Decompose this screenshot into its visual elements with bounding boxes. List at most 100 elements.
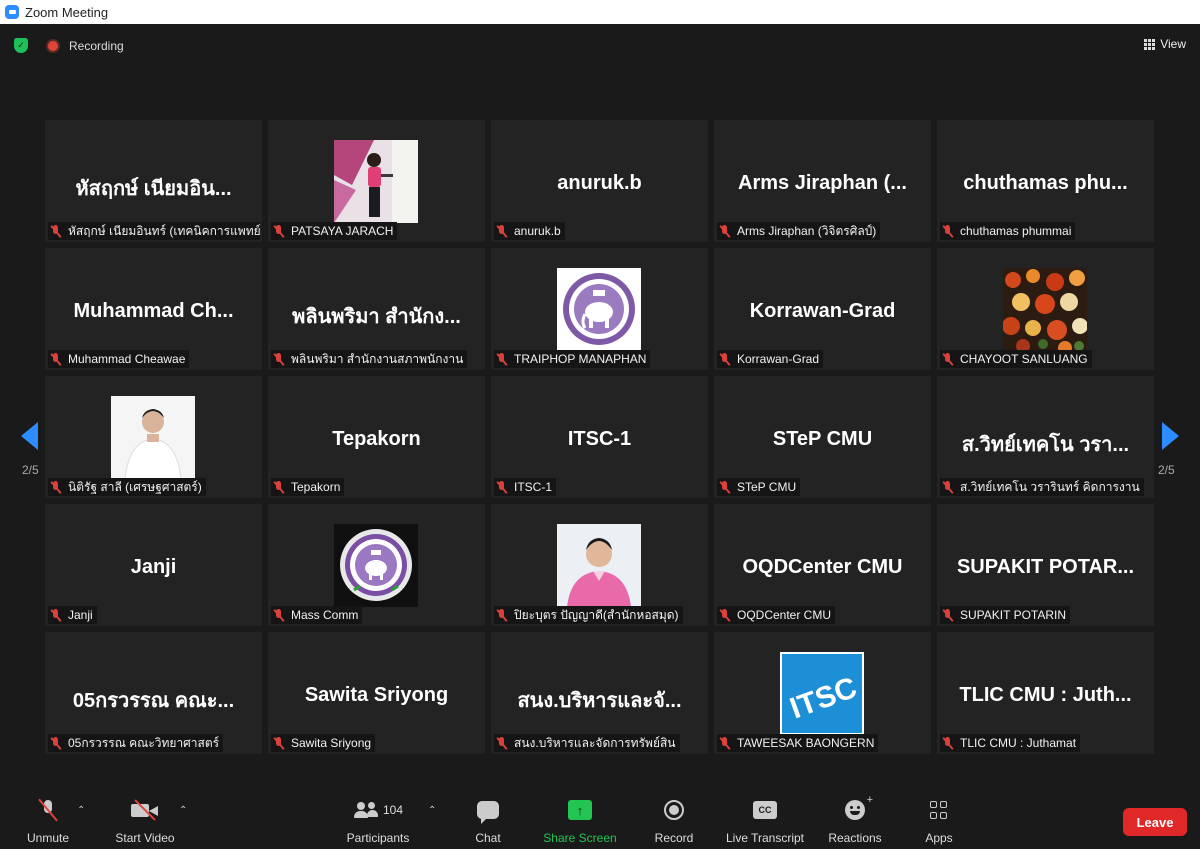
participant-tile[interactable]: หัสฤกษ์ เนียมอิน... หัสฤกษ์ เนียมอินทร์ (… [45, 120, 262, 242]
participant-label-text: Korrawan-Grad [737, 352, 820, 366]
participant-tile[interactable]: พลินพริมา สำนักง... พลินพริมา สำนักงานสภา… [268, 248, 485, 370]
recording-indicator[interactable]: Recording [48, 38, 124, 54]
chat-bubble-icon [477, 801, 499, 824]
participant-tile[interactable]: Mass Comm [268, 504, 485, 626]
reactions-button[interactable]: + Reactions [826, 794, 884, 847]
participant-name-label: Korrawan-Grad [717, 350, 824, 368]
page-indicator-right: 2/5 [1158, 463, 1175, 477]
participant-label-text: Sawita Sriyong [291, 736, 372, 750]
participant-label-text: ส.วิทย์เทคโน วรารินทร์ คิดการงาน [960, 479, 1140, 494]
mic-muted-icon [942, 608, 954, 622]
participant-tile[interactable]: anuruk.b anuruk.b [491, 120, 708, 242]
start-video-label: Start Video [115, 831, 175, 845]
participant-tile[interactable]: Muhammad Ch... Muhammad Cheawae [45, 248, 262, 370]
participant-tile[interactable]: ส.วิทย์เทคโน วรา... ส.วิทย์เทคโน วรารินทร… [937, 376, 1154, 498]
participant-label-text: สนง.บริหารและจัดการทรัพย์สิน [514, 735, 676, 750]
participant-label-text: หัสฤกษ์ เนียมอินทร์ (เทคนิคการแพทย์) [68, 223, 260, 238]
audio-options-caret-icon[interactable]: ⌃ [77, 805, 85, 816]
unmute-label: Unmute [26, 831, 70, 845]
participant-label-text: พลินพริมา สำนักงานสภาพนักงาน [291, 351, 464, 366]
participant-name-label: Arms Jiraphan (วิจิตรศิลป์) [717, 222, 881, 240]
participant-label-text: 05กรวรรณ คณะวิทยาศาสตร์ [68, 735, 220, 750]
apps-button[interactable]: Apps [920, 797, 958, 847]
participant-tile[interactable]: ITSC-1 ITSC-1 [491, 376, 708, 498]
participant-tile[interactable]: ITSC TAWEESAK BAONGERN [714, 632, 931, 754]
share-screen-button[interactable]: ↑ Share Screen [540, 797, 620, 847]
mic-muted-icon [719, 352, 731, 366]
participant-display-name: chuthamas phu... [963, 172, 1128, 194]
chat-button[interactable]: Chat [466, 797, 510, 847]
mic-muted-icon [496, 224, 508, 238]
participant-label-text: Arms Jiraphan (วิจิตรศิลป์) [737, 223, 877, 238]
mic-muted-icon [719, 480, 731, 494]
participant-label-text: Janji [68, 608, 93, 622]
participant-display-name: 05กรวรรณ คณะ... [72, 690, 235, 712]
participant-display-name: SUPAKIT POTAR... [956, 556, 1135, 578]
participant-label-text: ปิยะบุตร ปัญญาดี(สำนักหอสมุด) [514, 607, 679, 622]
participant-label-text: OQDCenter CMU [737, 608, 832, 622]
share-screen-icon: ↑ [568, 800, 592, 820]
participant-tile[interactable]: Arms Jiraphan (... Arms Jiraphan (วิจิตรศ… [714, 120, 931, 242]
participant-tile[interactable]: STeP CMU STeP CMU [714, 376, 931, 498]
mic-muted-icon [273, 480, 285, 494]
participant-display-name: TLIC CMU : Juth... [959, 684, 1132, 706]
participants-button[interactable]: 104 Participants [340, 797, 416, 847]
participant-label-text: CHAYOOT SANLUANG [960, 352, 1088, 366]
participant-display-name: OQDCenter CMU [742, 556, 903, 578]
participant-display-name: หัสฤกษ์ เนียมอิน... [75, 178, 232, 200]
meeting-toolbar: Unmute ⌃ Start Video ⌃ 104 Participants … [0, 785, 1200, 849]
page-indicator-left: 2/5 [22, 463, 39, 477]
participant-label-text: TLIC CMU : Juthamat [960, 736, 1077, 750]
participant-tile[interactable]: Tepakorn Tepakorn [268, 376, 485, 498]
participant-label-text: SUPAKIT POTARIN [960, 608, 1067, 622]
participant-tile[interactable]: CHAYOOT SANLUANG [937, 248, 1154, 370]
participant-tile[interactable]: Sawita Sriyong Sawita Sriyong [268, 632, 485, 754]
mic-muted-icon [50, 736, 62, 750]
participant-tile[interactable]: สนง.บริหารและจั... สนง.บริหารและจัดการทรั… [491, 632, 708, 754]
mic-muted-icon [719, 736, 731, 750]
mic-muted-icon [273, 608, 285, 622]
unmute-button[interactable]: Unmute [20, 797, 76, 847]
mic-muted-icon [496, 608, 508, 622]
start-video-button[interactable]: Start Video [108, 797, 182, 847]
participant-tile[interactable]: ปิยะบุตร ปัญญาดี(สำนักหอสมุด) [491, 504, 708, 626]
participant-tile[interactable]: TLIC CMU : Juth... TLIC CMU : Juthamat [937, 632, 1154, 754]
participant-tile[interactable]: OQDCenter CMU OQDCenter CMU [714, 504, 931, 626]
live-transcript-button[interactable]: CC Live Transcript [722, 797, 808, 847]
mic-muted-icon [719, 608, 731, 622]
zoom-app-icon [5, 5, 19, 19]
participant-name-label: ITSC-1 [494, 478, 557, 496]
participant-label-text: PATSAYA JARACH [291, 224, 394, 238]
participant-display-name: Arms Jiraphan (... [738, 172, 907, 194]
participant-tile[interactable]: PATSAYA JARACH [268, 120, 485, 242]
security-shield-icon[interactable]: ✓ [14, 38, 28, 53]
participant-name-label: ปิยะบุตร ปัญญาดี(สำนักหอสมุด) [494, 606, 683, 624]
view-button[interactable]: View [1138, 32, 1192, 56]
video-options-caret-icon[interactable]: ⌃ [179, 805, 187, 816]
mic-muted-icon [942, 736, 954, 750]
participant-tile[interactable]: 05กรวรรณ คณะ... 05กรวรรณ คณะวิทยาศาสตร์ [45, 632, 262, 754]
apps-grid-icon [930, 801, 948, 819]
participant-label-text: TRAIPHOP MANAPHAN [514, 352, 647, 366]
window-title: Zoom Meeting [25, 4, 109, 20]
share-screen-label: Share Screen [543, 831, 617, 845]
participant-name-label: TAWEESAK BAONGERN [717, 734, 879, 752]
view-label: View [1160, 37, 1186, 51]
mic-muted-icon [50, 352, 62, 366]
participant-display-name: STeP CMU [772, 428, 873, 450]
mic-muted-icon [496, 736, 508, 750]
participant-tile[interactable]: Janji Janji [45, 504, 262, 626]
participant-name-label: นิติรัฐ สาลี (เศรษฐศาสตร์) [48, 478, 206, 496]
record-button[interactable]: Record [650, 797, 698, 847]
leave-button[interactable]: Leave [1123, 808, 1187, 836]
participant-tile[interactable]: SUPAKIT POTAR... SUPAKIT POTARIN [937, 504, 1154, 626]
participant-tile[interactable]: นิติรัฐ สาลี (เศรษฐศาสตร์) [45, 376, 262, 498]
participants-options-caret-icon[interactable]: ⌃ [428, 805, 436, 816]
participant-photo [1002, 268, 1088, 355]
participant-label-text: นิติรัฐ สาลี (เศรษฐศาสตร์) [68, 479, 202, 494]
participant-display-name: ITSC-1 [567, 428, 632, 450]
participant-tile[interactable]: chuthamas phu... chuthamas phummai [937, 120, 1154, 242]
participant-tile[interactable]: Korrawan-Grad Korrawan-Grad [714, 248, 931, 370]
participant-name-label: Muhammad Cheawae [48, 350, 190, 368]
participant-tile[interactable]: TRAIPHOP MANAPHAN [491, 248, 708, 370]
